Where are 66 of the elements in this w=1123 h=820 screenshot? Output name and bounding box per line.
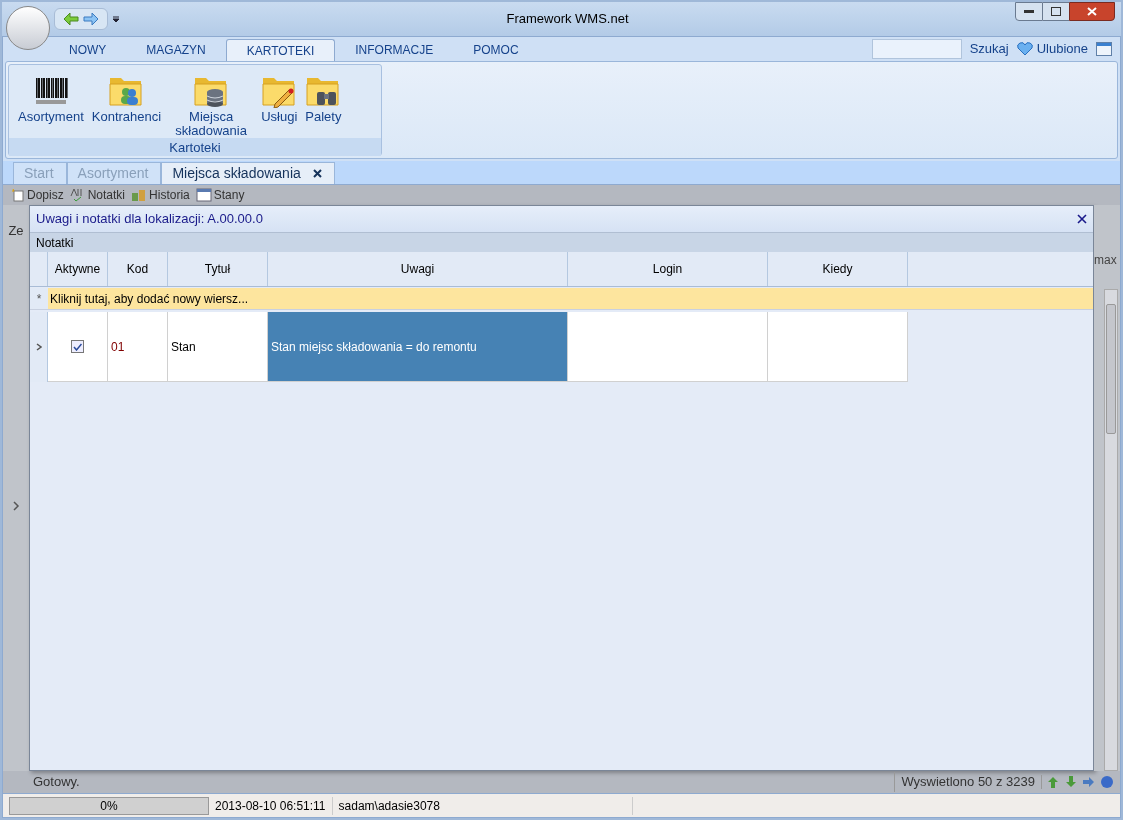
section-title: Notatki	[36, 234, 74, 252]
column-header[interactable]: Uwagi	[268, 252, 568, 286]
minimize-button[interactable]	[1015, 2, 1043, 21]
heart-icon	[1016, 42, 1033, 56]
ribbon-button[interactable]: Miejsca składowania	[166, 70, 257, 138]
ribbon-tab[interactable]: INFORMACJE	[335, 39, 454, 61]
arrow-down-icon[interactable]	[1064, 775, 1078, 789]
close-tab-icon[interactable]	[312, 169, 322, 178]
toolbar-button[interactable]: Stany	[195, 186, 245, 204]
maximize-button[interactable]	[1043, 2, 1069, 21]
scrollbar[interactable]	[1104, 289, 1118, 771]
new-row-marker: *	[30, 288, 48, 309]
column-header[interactable]: Aktywne	[48, 252, 108, 286]
ribbon-button[interactable]: Usługi	[258, 70, 301, 124]
ribbon-tab[interactable]: NOWY	[49, 39, 127, 61]
table-cell[interactable]: 01	[108, 312, 168, 382]
toolbar-button[interactable]: Notatki	[69, 186, 126, 204]
layout-icon[interactable]	[1096, 42, 1112, 56]
table-cell[interactable]: Stan miejsc składowania = do remontu	[268, 312, 568, 382]
dialog-title: Uwagi i notatki dla lokalizacji: A.00.00.0	[36, 210, 263, 229]
checkbox-cell[interactable]	[48, 312, 108, 382]
window-title: Framework WMS.net	[506, 10, 629, 29]
ribbon-group-title: Kartoteki	[9, 138, 381, 156]
ribbon-button[interactable]: Kontrahenci	[88, 70, 165, 124]
toolbar-button[interactable]: Historia	[131, 186, 190, 204]
table-cell[interactable]: Stan	[168, 312, 268, 382]
back-arrow-icon[interactable]	[63, 12, 79, 26]
forward-arrow-icon[interactable]	[83, 12, 99, 26]
status-text: Gotowy.	[33, 773, 80, 792]
new-document-icon	[11, 188, 25, 202]
toolbar-button[interactable]: Dopisz	[11, 186, 64, 204]
close-button[interactable]	[1069, 2, 1115, 21]
favorites-button[interactable]: Ulubione	[1016, 39, 1088, 59]
progress-text: 0%	[99, 797, 119, 814]
minimize-icon	[1024, 10, 1034, 13]
arrow-right-icon[interactable]	[1082, 775, 1096, 789]
column-header[interactable]: Kod	[108, 252, 168, 286]
document-tab[interactable]: Miejsca składowania	[161, 162, 335, 184]
dropdown-icon[interactable]	[112, 15, 120, 23]
column-header[interactable]: Tytuł	[168, 252, 268, 286]
ribbon-tab[interactable]: POMOC	[453, 39, 539, 61]
status-time: 2013-08-10 06:51:11	[209, 796, 333, 815]
checkbox[interactable]	[71, 340, 84, 353]
grid-text: Ze	[8, 222, 24, 240]
maximize-icon	[1051, 7, 1061, 16]
ribbon-button[interactable]: Palety	[302, 70, 345, 124]
record-count: Wyswietlono 50 z 3239	[894, 772, 1041, 792]
ribbon-tab[interactable]: MAGAZYN	[126, 39, 226, 61]
new-row-prompt[interactable]: Kliknij tutaj, aby dodać nowy wiersz...	[48, 289, 249, 308]
search-field[interactable]	[871, 39, 962, 59]
column-header-text: max	[1094, 252, 1117, 269]
current-row-icon	[35, 343, 42, 351]
table-cell[interactable]	[768, 312, 908, 382]
arrow-up-icon[interactable]	[1046, 775, 1060, 789]
column-header[interactable]: Login	[568, 252, 768, 286]
calendar-icon	[195, 188, 212, 202]
table-cell[interactable]	[568, 312, 768, 382]
close-icon	[1087, 7, 1097, 16]
ribbon-button[interactable]: Asortyment	[15, 70, 87, 124]
application-orb[interactable]	[6, 6, 50, 50]
ribbon-tab[interactable]: KARTOTEKI	[225, 39, 336, 61]
search-button[interactable]: Szukaj	[969, 39, 1009, 59]
status-user: sadam\adasie3078	[332, 796, 633, 815]
column-header[interactable]: Kiedy	[768, 252, 908, 286]
close-icon[interactable]	[1077, 214, 1087, 224]
history-icon	[131, 188, 148, 202]
